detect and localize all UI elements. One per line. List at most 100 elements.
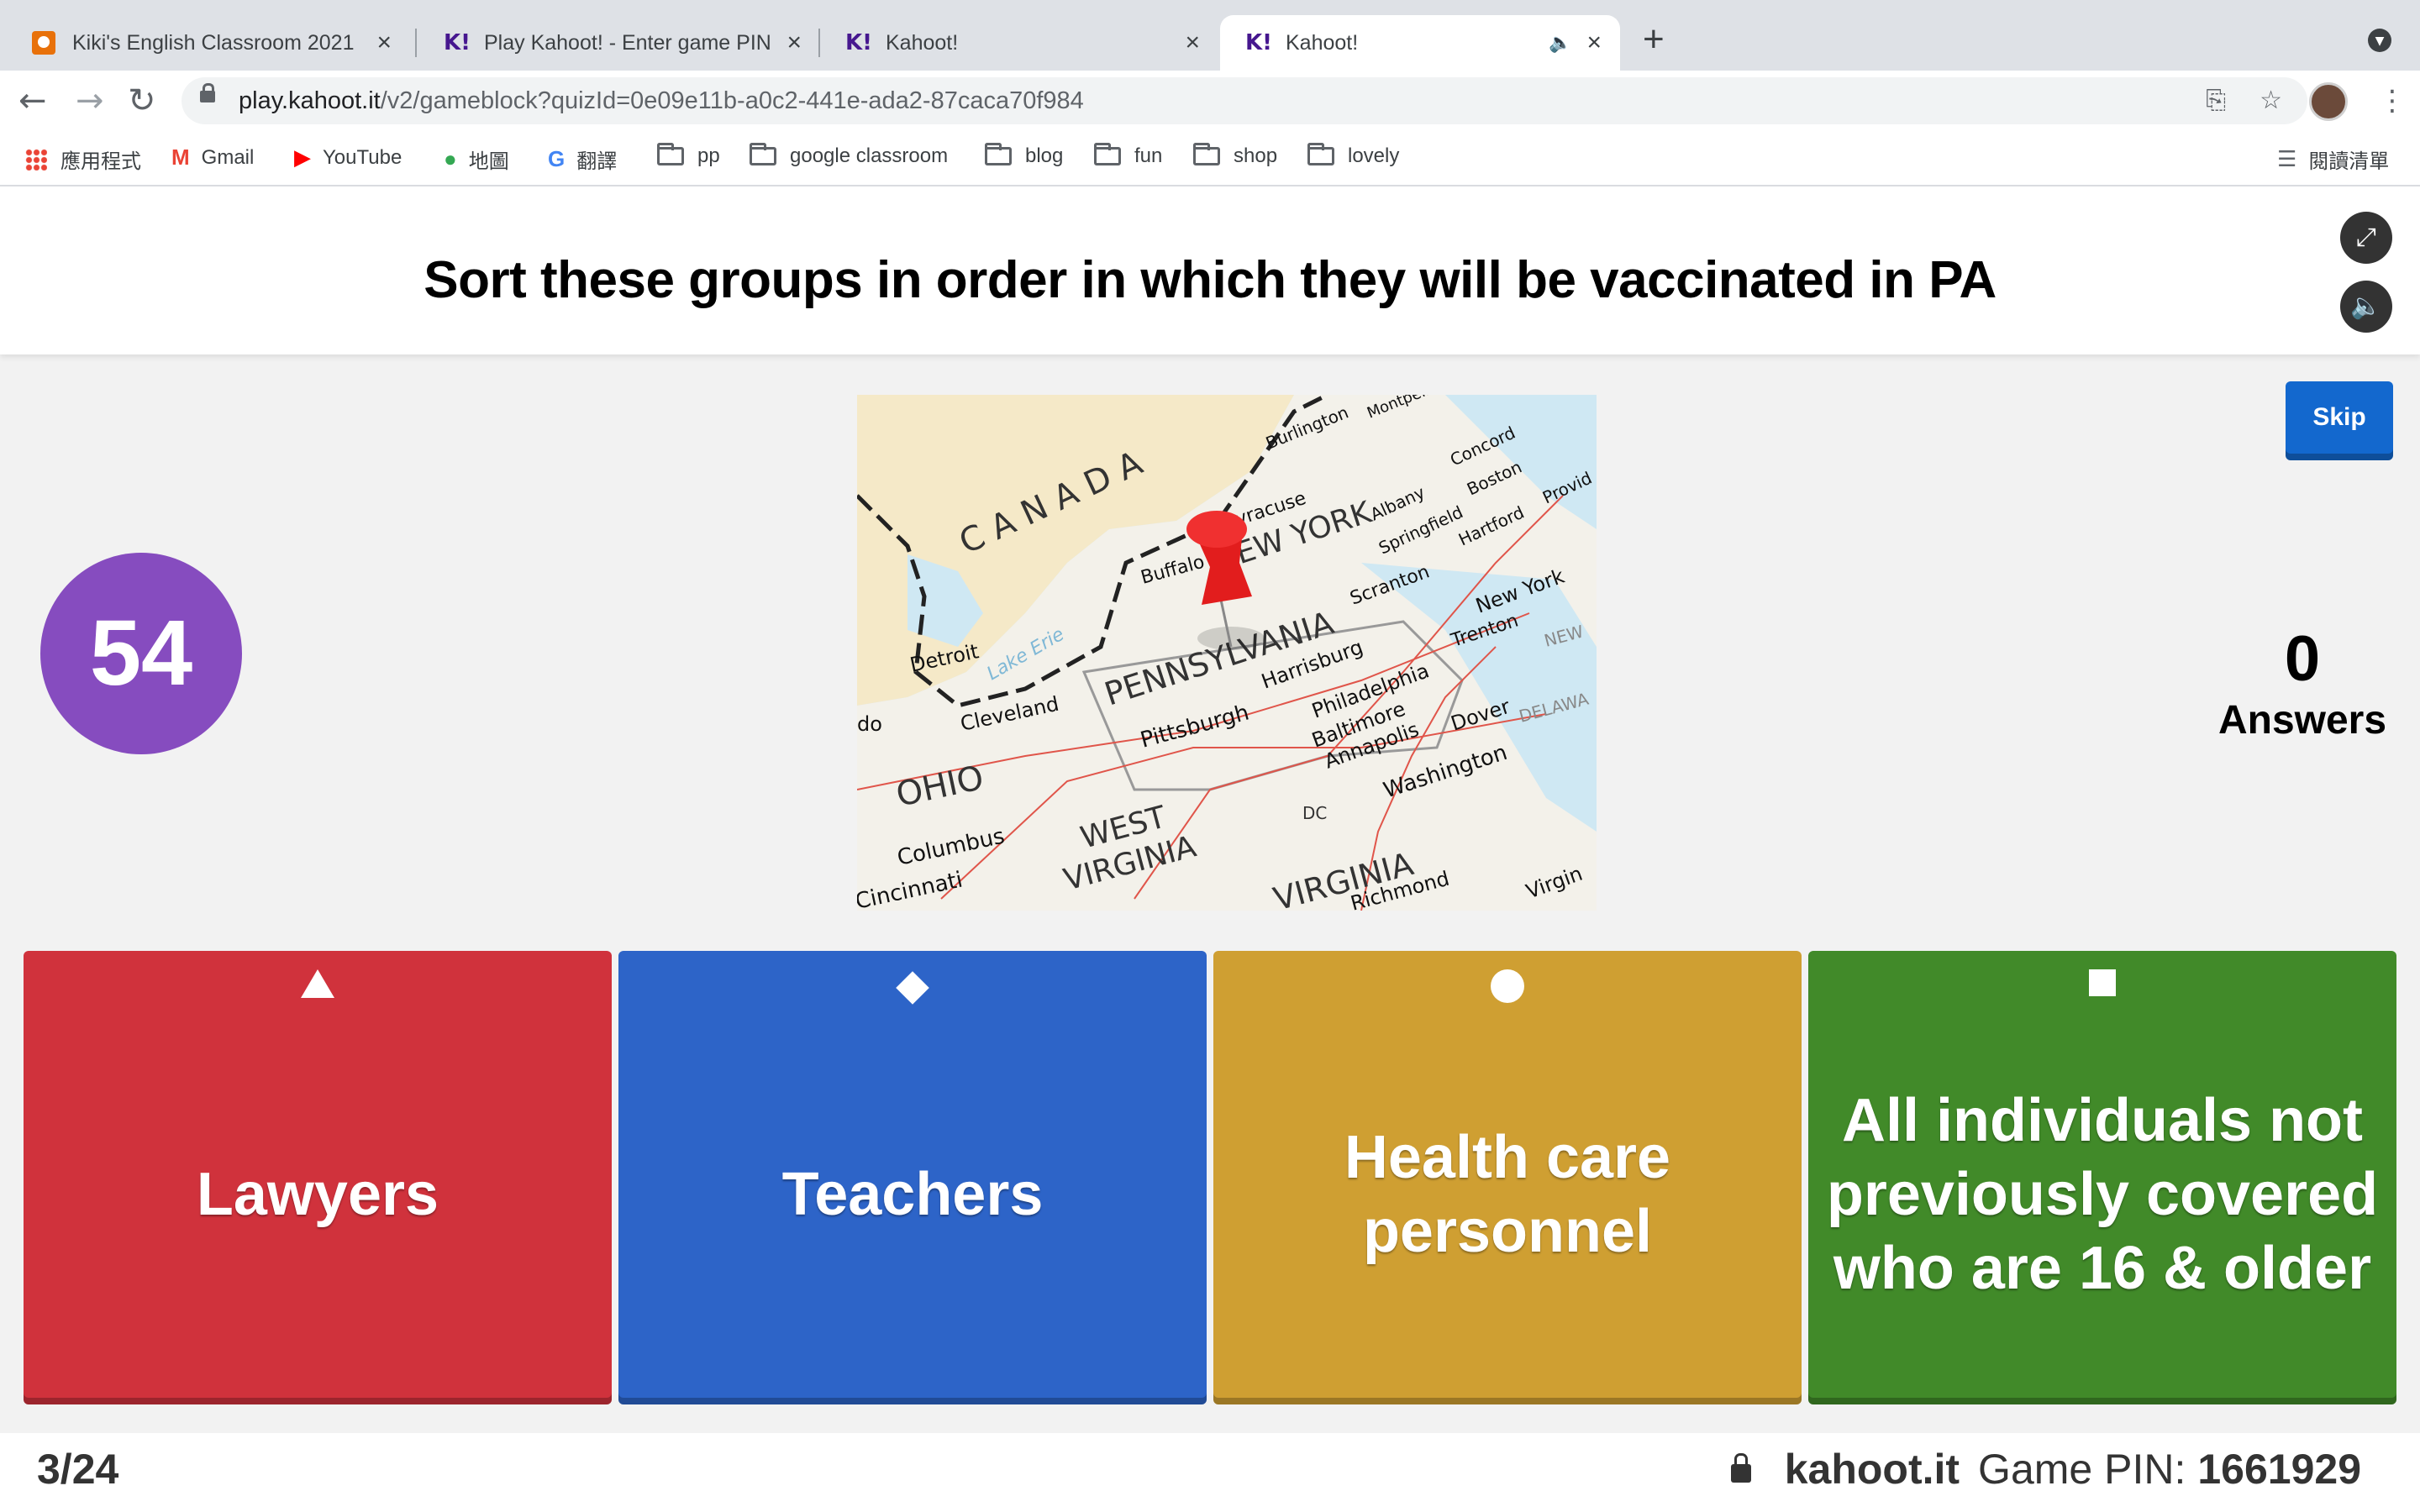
youtube-icon: ▶ — [294, 144, 311, 170]
back-icon[interactable]: ← — [18, 82, 47, 119]
bookmark-translate[interactable]: G 翻譯 — [548, 144, 617, 174]
folder-icon — [1094, 143, 1121, 165]
question-header: Sort these groups in order in which they… — [0, 186, 2420, 354]
folder-icon — [657, 143, 684, 165]
game-pin-info: kahoot.it Game PIN: 1661929 — [1730, 1445, 2361, 1494]
url-path: /v2/gameblock?quizId=0e09e11b-a0c2-441e-… — [380, 87, 1084, 114]
bookmark-folder-lovely[interactable]: lovely — [1307, 143, 1400, 168]
kahoot-icon: K! — [1245, 30, 1273, 55]
bookmark-label: lovely — [1348, 144, 1400, 167]
close-icon[interactable]: × — [786, 29, 802, 57]
circle-icon — [1491, 969, 1524, 1003]
diamond-icon — [896, 971, 929, 1005]
tab-kahoot[interactable]: K! Kahoot! × — [820, 15, 1218, 71]
browser-toolbar: ← → ↻ play.kahoot.it/v2/gameblock?quizId… — [0, 71, 2420, 133]
triangle-icon — [301, 969, 334, 998]
bookmarks-bar: 應用程式 M Gmail ▶ YouTube ● 地圖 G 翻譯 pp goog… — [0, 133, 2420, 186]
bookmark-star-icon[interactable]: ☆ — [2260, 86, 2282, 115]
address-bar[interactable]: play.kahoot.it/v2/gameblock?quizId=0e09e… — [182, 77, 2307, 124]
question-counter: 3/24 — [37, 1446, 119, 1493]
close-icon[interactable]: × — [1185, 29, 1200, 57]
reload-icon[interactable]: ↻ — [128, 82, 156, 119]
tab-title: Kahoot! — [886, 30, 959, 55]
game-pin-label: Game PIN: — [1978, 1446, 2186, 1493]
tab-kahoot-active[interactable]: K! Kahoot! 🔈 × — [1220, 15, 1620, 71]
fullscreen-icon[interactable]: ⤢ — [2340, 212, 2392, 264]
square-icon — [2089, 969, 2116, 996]
tab-strip: Kiki's English Classroom 2021 × K! Play … — [0, 0, 2420, 71]
map-label: do — [857, 712, 882, 736]
bookmark-label: 地圖 — [468, 150, 509, 173]
bookmark-folder-fun[interactable]: fun — [1094, 143, 1163, 168]
skip-button[interactable]: Skip — [2286, 381, 2393, 460]
answer-option-square[interactable]: All individuals not previously covered w… — [1808, 951, 2396, 1404]
tab-title: Kahoot! — [1286, 30, 1359, 55]
game-pin-number: 1661929 — [2197, 1446, 2361, 1493]
bookmark-label: 閱讀清單 — [2308, 150, 2390, 173]
bookmark-folder-blog[interactable]: blog — [985, 143, 1064, 168]
folder-icon — [750, 143, 776, 165]
answers-counter: 0 Answers — [2185, 622, 2420, 744]
bookmark-label: shop — [1234, 144, 1278, 167]
site-name: kahoot.it — [1784, 1446, 1960, 1493]
kahoot-icon: K! — [845, 30, 873, 55]
translate-page-icon[interactable]: ⎘ — [2206, 86, 2226, 115]
apps-grid-icon — [25, 148, 47, 171]
bookmark-youtube[interactable]: ▶ YouTube — [294, 144, 402, 171]
tab-separator — [415, 29, 417, 57]
bookmark-label: 應用程式 — [60, 150, 141, 173]
classroom-icon — [32, 31, 55, 55]
sound-icon[interactable]: 🔈 — [2340, 281, 2392, 333]
bookmark-folder-pp[interactable]: pp — [657, 143, 720, 168]
bookmark-maps[interactable]: ● 地圖 — [444, 144, 509, 174]
audio-playing-icon[interactable]: 🔈 — [1549, 32, 1571, 54]
tab-search-icon[interactable]: ▼ — [2368, 29, 2391, 52]
tab-enter-pin[interactable]: K! Play Kahoot! - Enter game PIN × — [418, 15, 820, 71]
url-host: play.kahoot.it — [239, 87, 381, 114]
new-tab-button[interactable]: + — [1643, 18, 1665, 60]
bookmark-apps[interactable]: 應用程式 — [25, 144, 141, 174]
answer-option-diamond[interactable]: Teachers — [618, 951, 1207, 1404]
bookmark-label: fun — [1134, 144, 1163, 167]
bookmark-label: YouTube — [323, 145, 402, 169]
bookmark-label: Gmail — [201, 145, 255, 169]
reading-list-button[interactable]: ☰ 閱讀清單 — [2277, 144, 2389, 174]
browser-menu-icon[interactable]: ⋮ — [2378, 84, 2407, 118]
answer-text: All individuals not previously covered w… — [1826, 1087, 2379, 1302]
close-icon[interactable]: × — [376, 29, 392, 57]
close-icon[interactable]: × — [1586, 29, 1602, 57]
answers-count-number: 0 — [2284, 623, 2321, 695]
countdown-timer: 54 — [40, 553, 242, 754]
answers-count-label: Answers — [2217, 698, 2387, 743]
forward-icon[interactable]: → — [76, 82, 104, 119]
lock-icon[interactable] — [200, 83, 215, 102]
maps-icon: ● — [444, 146, 457, 171]
reading-list-icon: ☰ — [2277, 146, 2297, 171]
answer-option-triangle[interactable]: Lawyers — [24, 951, 612, 1404]
tab-title: Play Kahoot! - Enter game PIN — [484, 30, 771, 55]
answer-text: Health care personnel — [1344, 1124, 1671, 1265]
game-footer: 3/24 kahoot.it Game PIN: 1661929 — [0, 1433, 2420, 1512]
question-title: Sort these groups in order in which they… — [424, 251, 1996, 309]
bookmark-label: blog — [1025, 144, 1064, 167]
answer-text: Lawyers — [196, 1161, 439, 1228]
answer-option-circle[interactable]: Health care personnel — [1213, 951, 1802, 1404]
question-image-map: C A N A D A NEW YORK PENNSYLVANIA OHIO W… — [857, 395, 1597, 911]
bookmark-folder-google-classroom[interactable]: google classroom — [750, 143, 948, 168]
tab-classroom[interactable]: Kiki's English Classroom 2021 × — [7, 15, 410, 71]
gmail-icon: M — [171, 144, 190, 170]
profile-avatar[interactable] — [2309, 82, 2348, 121]
map-illustration: C A N A D A NEW YORK PENNSYLVANIA OHIO W… — [857, 395, 1597, 911]
bookmark-gmail[interactable]: M Gmail — [171, 144, 254, 171]
folder-icon — [1307, 143, 1334, 165]
answer-text: Teachers — [781, 1161, 1044, 1228]
lock-icon[interactable] — [1730, 1453, 1751, 1483]
tab-title: Kiki's English Classroom 2021 — [72, 30, 355, 55]
bookmark-label: pp — [697, 144, 720, 167]
kahoot-icon: K! — [444, 30, 471, 55]
bookmark-folder-shop[interactable]: shop — [1193, 143, 1278, 168]
translate-icon: G — [548, 146, 566, 171]
map-label: DC — [1302, 803, 1327, 823]
bookmark-label: 翻譯 — [576, 150, 618, 173]
url-text[interactable]: play.kahoot.it/v2/gameblock?quizId=0e09e… — [239, 87, 1084, 115]
